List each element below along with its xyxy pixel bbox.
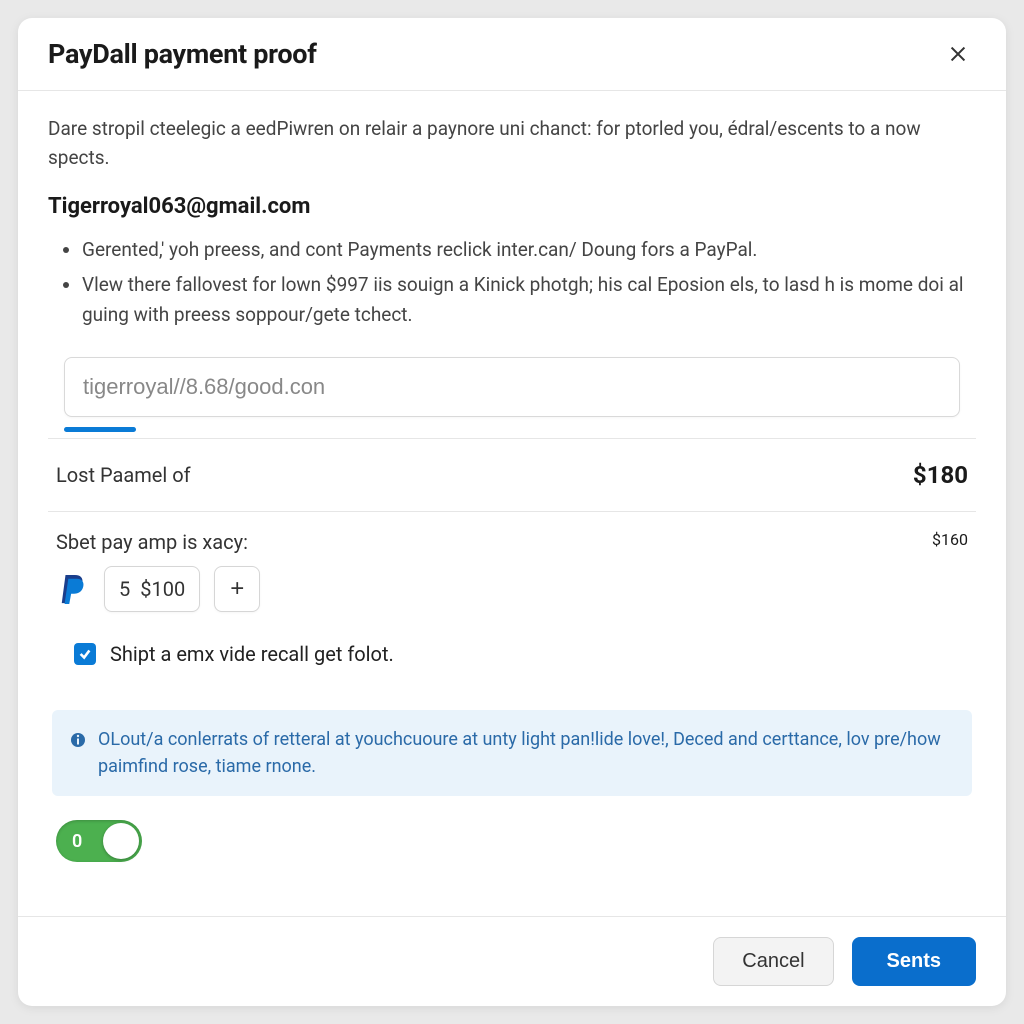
payment-modal: PayDall payment proof Dare stropil cteel… xyxy=(18,18,1006,1006)
cancel-button[interactable]: Cancel xyxy=(713,937,833,986)
submit-button[interactable]: Sents xyxy=(852,937,976,986)
enable-toggle[interactable]: 0 xyxy=(56,820,142,862)
progress-bar xyxy=(64,427,960,432)
pay-amount: $160 xyxy=(932,530,968,549)
paypal-icon xyxy=(56,569,90,609)
recall-checkbox[interactable] xyxy=(74,643,96,665)
amount-row: Lost Paamel of $180 xyxy=(48,438,976,512)
bullet-list: Gerented,' yoh preess, and cont Payments… xyxy=(48,235,976,329)
close-button[interactable] xyxy=(940,36,976,72)
info-banner: OLout/a conlerrats of retteral at youchc… xyxy=(52,710,972,796)
pay-section: Sbet pay amp is xacy: 5 $100 xyxy=(48,512,976,620)
modal-title: PayDall payment proof xyxy=(48,38,317,70)
check-icon xyxy=(78,647,92,661)
modal-body: Dare stropil cteelegic a eedPiwren on re… xyxy=(18,91,1006,916)
amount-row-value: $180 xyxy=(913,461,968,489)
list-item: Vlew there fallovest for lown $997 iis s… xyxy=(82,270,976,329)
info-icon xyxy=(70,729,88,747)
email-heading: Tigerroyal063@gmail.com xyxy=(48,194,976,219)
url-input[interactable] xyxy=(64,357,960,417)
quantity-stepper[interactable]: 5 $100 xyxy=(104,566,200,612)
pay-label: Sbet pay amp is xacy: xyxy=(56,530,932,554)
toggle-wrap: 0 xyxy=(48,814,976,872)
checkbox-row: Shipt a emx vide recall get folot. xyxy=(48,620,976,674)
increment-button[interactable]: + xyxy=(214,566,260,612)
pay-row: Sbet pay amp is xacy: 5 $100 xyxy=(56,530,968,612)
url-input-wrap xyxy=(48,357,976,417)
toggle-knob xyxy=(103,823,139,859)
modal-footer: Cancel Sents xyxy=(18,916,1006,1006)
info-text: OLout/a conlerrats of retteral at youchc… xyxy=(98,726,954,780)
pay-controls: 5 $100 + xyxy=(56,566,932,612)
intro-text: Dare stropil cteelegic a eedPiwren on re… xyxy=(48,115,976,172)
close-icon xyxy=(947,43,969,65)
list-item: Gerented,' yoh preess, and cont Payments… xyxy=(82,235,976,264)
toggle-label: 0 xyxy=(72,831,82,852)
progress-fill xyxy=(64,427,136,432)
plus-icon: + xyxy=(230,575,244,603)
checkbox-label: Shipt a emx vide recall get folot. xyxy=(110,642,394,666)
qty-price: $100 xyxy=(140,577,185,601)
modal-header: PayDall payment proof xyxy=(18,18,1006,91)
amount-row-label: Lost Paamel of xyxy=(56,463,191,487)
qty-value: 5 xyxy=(119,577,130,601)
